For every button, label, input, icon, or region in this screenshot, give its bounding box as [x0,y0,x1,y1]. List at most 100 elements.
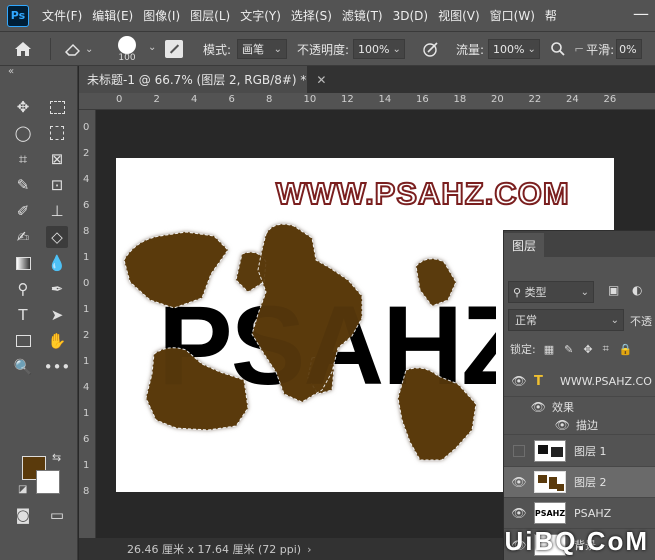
airbrush-button[interactable] [550,32,566,66]
site-watermark-logo: UiBQ.CoM [504,526,649,556]
menu-select[interactable]: 选择(S) [286,7,337,24]
layer-row-1[interactable]: 图层 1 [504,436,655,467]
layer-row-psahz[interactable]: 👁 PSAHZ PSAHZ [504,498,655,529]
lock-all-icon[interactable]: 🔒 [619,343,633,356]
layer-effects-row[interactable]: 👁 效果 [504,397,655,417]
ruler-tick-label: 10 [303,94,317,105]
ruler-tick-label: 8 [83,486,90,497]
ruler-tick-label: 2 [153,94,160,105]
photoshop-logo[interactable]: Ps [7,4,29,27]
menu-image[interactable]: 图像(I) [138,7,185,24]
home-button[interactable] [14,32,32,66]
menu-view[interactable]: 视图(V) [433,7,485,24]
stamp-tool-icon[interactable]: ⊥ [46,200,68,222]
blend-mode-select[interactable]: 正常 ⌄ [508,309,624,331]
menu-3d[interactable]: 3D(D) [388,9,433,23]
layer-name: 图层 2 [574,476,607,489]
adjustment-filter-icon[interactable]: ◐ [632,283,642,297]
visibility-eye-icon[interactable]: 👁 [504,374,534,388]
menu-window[interactable]: 窗口(W) [485,7,540,24]
lasso-tool-icon[interactable]: ◯ [12,122,34,144]
frame-tool-icon[interactable]: ⊠ [46,148,68,170]
eraser-preset-picker[interactable]: ⌄ [64,32,93,66]
lock-pixels-icon[interactable]: ✎ [564,343,573,356]
layer-filter-select[interactable]: ⚲ 类型 ⌄ [508,281,594,303]
visibility-eye-icon[interactable]: 👁 [504,506,534,520]
swap-colors-icon[interactable]: ⇆ [52,451,61,464]
rectangle-tool-icon[interactable] [12,330,34,352]
menu-type[interactable]: 文字(Y) [235,7,286,24]
lock-transparent-icon[interactable]: ▦ [544,343,554,356]
blur-tool-icon[interactable]: 💧 [46,252,68,274]
type-tool-icon[interactable]: T [12,304,34,326]
vertical-ruler[interactable]: 024681012141618 [79,110,96,538]
background-color-swatch[interactable] [36,470,60,494]
pen-tool-icon[interactable]: ✒ [46,278,68,300]
marquee-tool-icon[interactable] [46,96,68,118]
horizontal-ruler[interactable]: 0 2 4 6 8 10 12 14 16 18 20 22 24 26 [79,93,655,110]
screen-mode-icon[interactable]: ▭ [46,504,68,526]
layer-effect-stroke-row[interactable]: 👁 描边 [504,415,655,435]
dodge-tool-icon[interactable]: ⚲ [12,278,34,300]
visibility-eye-icon[interactable]: 👁 [504,418,576,432]
mode-label: 模式: [203,42,232,57]
visibility-eye-icon[interactable]: 👁 [504,475,534,489]
layers-tab[interactable]: 图层 [504,233,545,257]
options-bar: ⌄ 100 ⌄ 模式: 画笔 ⌄ 不透明度: 100% ⌄ 流量: 100% ⌄ ⌐ … [0,32,655,66]
brush-settings-button[interactable] [165,32,183,66]
collapse-panel-icon[interactable]: « [8,66,14,77]
lock-artboard-icon[interactable]: ⌗ [603,342,609,356]
brush-size-value: 100 [118,52,136,63]
menu-edit[interactable]: 编辑(E) [87,7,138,24]
chevron-down-icon: ⌄ [273,43,283,55]
object-select-tool-icon[interactable] [46,122,68,144]
eraser-tool-icon[interactable]: ◇ [46,226,68,248]
ruler-tick-label: 1 [83,304,90,315]
layer-name: WWW.PSAHZ.CO [560,374,652,388]
image-filter-icon[interactable]: ▣ [608,283,619,297]
move-tool-icon[interactable]: ✥ [12,96,34,118]
ruler-tick-label: 4 [191,94,198,105]
layer-row-2[interactable]: 👁 图层 2 [504,467,655,498]
menu-file[interactable]: 文件(F) [37,7,87,24]
brush-size-picker[interactable]: 100 [118,32,136,66]
layer-row-text[interactable]: 👁 T WWW.PSAHZ.CO [504,366,655,397]
effects-label: 效果 [552,401,574,414]
more-tools-icon[interactable]: ••• [44,356,71,378]
menu-help[interactable]: 帮 [540,7,562,24]
brush-tool-icon[interactable]: ✐ [12,200,34,222]
menu-filter[interactable]: 滤镜(T) [337,7,388,24]
layer-name: 图层 1 [574,445,607,458]
blend-mode-value: 正常 [515,314,537,327]
lock-position-icon[interactable]: ✥ [583,343,592,356]
default-colors-icon[interactable]: ◪ [18,484,27,495]
document-tab[interactable]: 未标题-1 @ 66.7% (图层 2, RGB/8#) * ✕ [79,66,326,93]
smoothing-input[interactable]: 0% [616,39,643,59]
gradient-tool-icon[interactable] [12,252,34,274]
chevron-right-icon[interactable]: › [307,543,311,556]
layer-name: PSAHZ [574,506,612,520]
opacity-input[interactable]: 100% ⌄ [353,39,406,59]
visibility-toggle-off[interactable] [513,445,525,457]
flow-input[interactable]: 100% ⌄ [488,39,541,59]
close-icon[interactable]: ✕ [316,73,326,87]
spot-healing-tool-icon[interactable]: ⊡ [46,174,68,196]
eyedropper-tool-icon[interactable]: ✎ [12,174,34,196]
quick-mask-icon[interactable]: ◙ [12,504,34,526]
visibility-eye-icon[interactable]: 👁 [504,400,552,414]
minimize-icon[interactable]: — [633,4,649,23]
chevron-down-icon: ⌄ [392,43,401,55]
history-brush-tool-icon[interactable]: ✍ [12,226,34,248]
document-tab-title: 未标题-1 @ 66.7% (图层 2, RGB/8#) * [87,73,307,87]
layers-panel: 图层 ⚲ 类型 ⌄ ▣ ◐ 正常 ⌄ 不透 锁定: ▦ ✎ ✥ ⌗ 🔒 👁 T … [503,230,655,560]
chevron-down-icon[interactable]: ⌄ [148,42,156,53]
ruler-tick-label: 1 [83,408,90,419]
pressure-opacity-button[interactable] [422,32,440,66]
zoom-tool-icon[interactable]: 🔍 [12,356,34,378]
crop-tool-icon[interactable]: ⌗ [12,148,34,170]
mode-select[interactable]: 画笔 ⌄ [237,39,288,59]
hand-tool-icon[interactable]: ✋ [46,330,68,352]
menu-layer[interactable]: 图层(L) [185,7,235,24]
menu-bar: Ps 文件(F) 编辑(E) 图像(I) 图层(L) 文字(Y) 选择(S) 滤… [0,0,655,32]
path-select-tool-icon[interactable]: ➤ [46,304,68,326]
